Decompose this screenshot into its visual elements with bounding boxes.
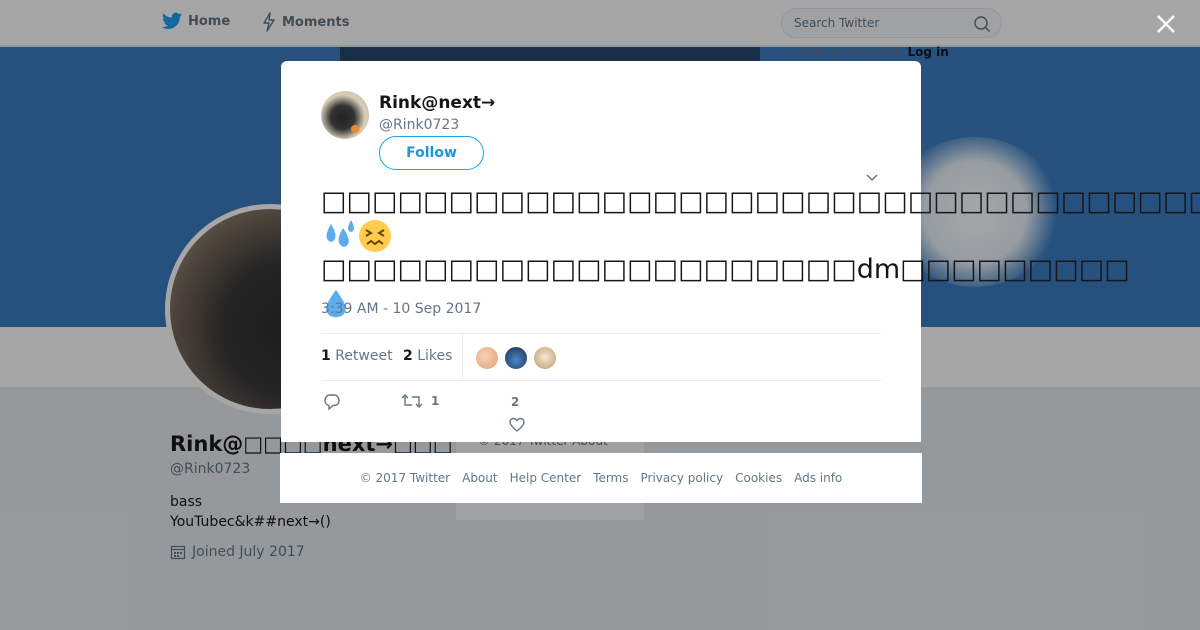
liker-avatar[interactable] xyxy=(475,346,499,370)
retweet-stat-count: 1 xyxy=(321,348,331,364)
footer-link-about[interactable]: About xyxy=(462,471,497,485)
footer-link-help-center[interactable]: Help Center xyxy=(510,471,582,485)
likes-stat[interactable]: 2 Likes xyxy=(403,348,452,364)
tweet-author-handle[interactable]: @Rink0723 xyxy=(379,117,459,133)
tweet-text-1: □□□□□□□□□□□□□□□□□□□□□□□□□□□□□□□□□□□ xyxy=(321,186,1200,217)
avatar-accent-dot xyxy=(351,125,359,133)
footer-link-terms[interactable]: Terms xyxy=(593,471,628,485)
tweet-timestamp[interactable]: 3:39 AM - 10 Sep 2017 xyxy=(321,301,481,317)
tweet-modal: Rink@next→ @Rink0723 Follow □□□□□□□□□□□□… xyxy=(281,61,1200,442)
tweet-stats: 1 Retweet 2 Likes xyxy=(321,333,881,381)
retweet-icon xyxy=(401,394,423,408)
chevron-down-icon[interactable] xyxy=(865,173,879,183)
retweet-action-count: 1 xyxy=(431,394,440,408)
retweet-button[interactable]: 1 xyxy=(401,393,439,409)
like-action-count: 2 xyxy=(511,395,520,409)
retweet-stat-label: Retweet xyxy=(335,348,393,364)
tweet-text-2: □□□□□□□□□□□□□□□□□□□□□dm□□□□□□□□□ xyxy=(321,254,1130,285)
footer-copyright: © 2017 Twitter xyxy=(359,471,451,485)
modal-footer: © 2017 Twitter About Help Center Terms P… xyxy=(280,453,922,503)
likes-stat-count: 2 xyxy=(403,348,413,364)
tweet-actions: 1 2 xyxy=(321,391,881,441)
footer-link-ads-info[interactable]: Ads info xyxy=(794,471,842,485)
follow-button[interactable]: Follow xyxy=(379,136,484,170)
tweet-author-avatar[interactable] xyxy=(321,91,369,139)
tweet-text-line-1: □□□□□□□□□□□□□□□□□□□□□□□□□□□□□□□□□□□ xyxy=(321,185,1200,254)
reply-icon xyxy=(324,394,340,411)
like-button[interactable] xyxy=(509,417,525,433)
liker-avatar[interactable] xyxy=(533,346,557,370)
reply-button[interactable] xyxy=(323,393,341,411)
retweet-stat[interactable]: 1 Retweet xyxy=(321,348,393,364)
stats-divider xyxy=(462,334,463,380)
sweat-droplets-icon xyxy=(326,220,354,247)
confounded-face-icon xyxy=(359,220,391,252)
likes-stat-label: Likes xyxy=(417,348,453,364)
liker-avatar[interactable] xyxy=(504,346,528,370)
footer-link-cookies[interactable]: Cookies xyxy=(735,471,782,485)
heart-icon xyxy=(509,417,525,432)
close-icon[interactable] xyxy=(1154,12,1178,36)
tweet-author-name[interactable]: Rink@next→ xyxy=(379,93,495,113)
footer-link-privacy[interactable]: Privacy policy xyxy=(641,471,724,485)
